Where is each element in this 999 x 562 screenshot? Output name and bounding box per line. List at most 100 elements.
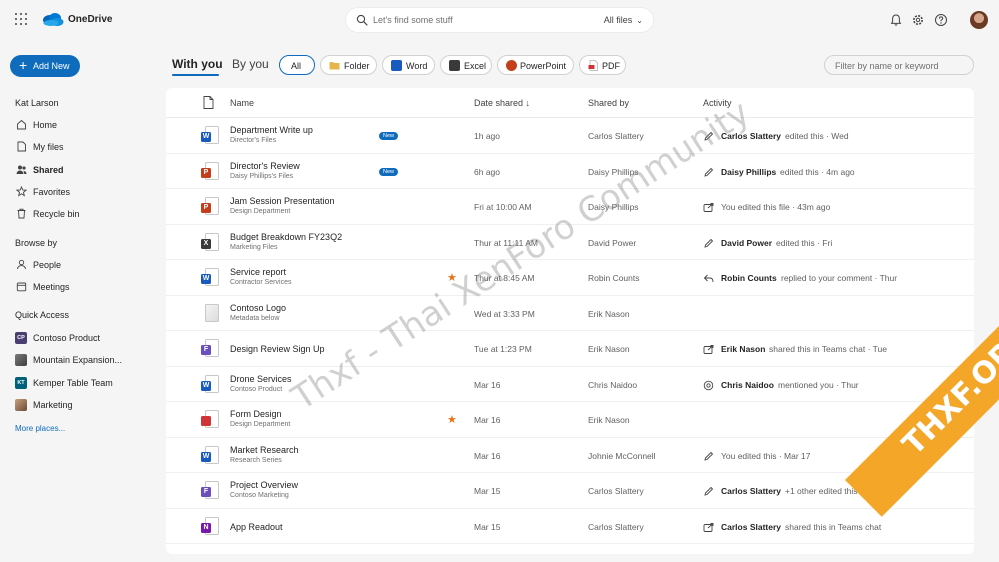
pencil-icon <box>704 238 714 248</box>
file-name[interactable]: Design Review Sign Up <box>230 344 325 354</box>
new-badge: New <box>379 132 399 140</box>
file-name[interactable]: Budget Breakdown FY23Q2 <box>230 232 342 242</box>
file-name[interactable]: Drone Services <box>230 374 292 384</box>
date-shared: Mar 16 <box>474 415 501 425</box>
activity-person[interactable]: Daisy Phillips <box>721 167 776 177</box>
activity-person[interactable]: David Power <box>721 238 772 248</box>
date-shared: 1h ago <box>474 131 500 141</box>
word-icon <box>391 60 402 71</box>
filter-folder[interactable]: Folder <box>320 55 377 75</box>
activity-text: edited this · Wed <box>785 131 849 141</box>
nav-item-label: Shared <box>33 165 64 175</box>
filter-placeholder[interactable]: Filter by name or keyword <box>835 61 939 71</box>
filter-pdf[interactable]: PDF <box>579 55 626 75</box>
file-location: Marketing Files <box>230 243 278 251</box>
file-name[interactable]: Contoso Logo <box>230 303 286 313</box>
table-row[interactable]: W Service report Contractor Services ★ Thur … <box>166 260 974 296</box>
app-launcher-icon[interactable] <box>15 13 27 25</box>
filter-label: Word <box>406 61 428 71</box>
nav-item-my-files[interactable]: My files <box>15 138 155 156</box>
quick-item-kemper-table-team[interactable]: KT Kemper Table Team <box>15 374 155 392</box>
settings-icon[interactable] <box>911 13 925 27</box>
filter-excel[interactable]: Excel <box>440 55 492 75</box>
nav-item-favorites[interactable]: Favorites <box>15 183 155 201</box>
date-shared: Mar 15 <box>474 521 501 532</box>
reply-icon <box>703 274 714 283</box>
chevron-down-icon: ⌄ <box>636 16 643 25</box>
shared-by: Robin Counts <box>588 273 640 283</box>
filter-powerpoint[interactable]: PowerPoint <box>497 55 574 75</box>
filter-label: Excel <box>464 61 487 71</box>
table-row[interactable]: F Design Review Sign Up Tue at 1:23 PM Erik… <box>166 331 974 367</box>
search-scope-dropdown[interactable]: All files ⌄ <box>604 15 643 25</box>
activity-person[interactable]: Chris Naidoo <box>721 380 774 390</box>
share-icon <box>703 345 714 354</box>
forms-icon: F <box>201 339 219 359</box>
home-icon <box>17 119 26 130</box>
shared-by: Erik Nason <box>588 344 630 354</box>
table-row[interactable]: W Market Research Research Series Mar 16 Joh… <box>166 438 974 473</box>
quick-item-mountain-expansion[interactable]: Mountain Expansion... <box>15 351 155 369</box>
shared-by: Johnie McConnell <box>588 450 656 461</box>
file-name[interactable]: Director's Review <box>230 161 300 171</box>
filter-input[interactable]: Filter by name or keyword <box>824 55 974 75</box>
tab-by-you[interactable]: By you <box>232 57 269 71</box>
column-header-shared-by[interactable]: Shared by <box>588 98 629 108</box>
shared-by: Carlos Slattery <box>588 131 644 141</box>
file-name[interactable]: App Readout <box>230 522 283 532</box>
activity-person[interactable]: Erik Nason <box>721 344 765 354</box>
favorite-star-icon[interactable]: ★ <box>447 413 457 426</box>
filter-word[interactable]: Word <box>382 55 435 75</box>
tab-with-you[interactable]: With you <box>172 57 223 71</box>
nav-item-recycle-bin[interactable]: Recycle bin <box>15 205 155 223</box>
file-name[interactable]: Project Overview <box>230 480 298 490</box>
file-name[interactable]: Market Research <box>230 445 299 455</box>
nav-item-home[interactable]: Home <box>15 116 155 134</box>
browse-by-heading: Browse by <box>15 238 58 248</box>
quick-item-marketing[interactable]: Marketing <box>15 396 155 414</box>
shared-by: Erik Nason <box>588 308 630 319</box>
nav-item-label: My files <box>33 142 64 152</box>
table-row[interactable]: W Department Write up Director's Files New 1… <box>166 118 974 154</box>
nav-item-label: Recycle bin <box>33 209 80 219</box>
column-header-name[interactable]: Name <box>230 98 254 108</box>
activity-person[interactable]: Robin Counts <box>721 273 777 283</box>
activity-person[interactable]: Carlos Slattery <box>721 522 781 532</box>
activity-text: edited this · Fri <box>776 237 833 248</box>
column-header-date-shared[interactable]: Date shared ↓ <box>474 98 530 108</box>
add-new-button[interactable]: + Add New <box>10 55 80 77</box>
new-badge: New <box>379 167 399 176</box>
file-name[interactable]: Service report <box>230 267 286 277</box>
star-icon <box>16 186 27 197</box>
nav-item-meetings[interactable]: Meetings <box>15 278 155 296</box>
table-row[interactable]: Contoso Logo Metadata below Wed at 3:33 PM… <box>166 296 974 331</box>
pdf-icon <box>201 410 219 430</box>
filter-all[interactable]: All <box>279 55 315 75</box>
file-name[interactable]: Form Design <box>230 409 282 419</box>
site-badge: CP <box>15 332 27 344</box>
shared-by: Chris Naidoo <box>588 379 638 390</box>
bell-icon[interactable] <box>889 13 903 27</box>
file-location: Daisy Phillips's Files <box>230 172 294 180</box>
search-box[interactable]: Let's find some stuff All files ⌄ <box>346 8 653 32</box>
search-placeholder[interactable]: Let's find some stuff <box>373 15 453 25</box>
quick-item-contoso-product[interactable]: CP Contoso Product <box>15 329 155 347</box>
table-row[interactable]: P Director's Review Daisy Phillips's Files… <box>166 154 974 189</box>
table-row[interactable]: Form Design Design Department ★ Mar 16 Erik … <box>166 402 974 438</box>
activity-person[interactable]: Carlos Slattery <box>721 486 781 496</box>
table-row[interactable]: N App Readout Mar 15 Carlos Slattery Carlos … <box>166 509 974 544</box>
activity-text: shared this in Teams chat · Tue <box>769 344 887 354</box>
nav-item-shared[interactable]: Shared <box>15 161 155 179</box>
date-shared: Mar 16 <box>474 450 501 461</box>
share-icon <box>703 522 714 532</box>
powerpoint-icon <box>506 60 517 71</box>
people-icon <box>16 165 27 174</box>
nav-item-label: People <box>33 260 62 270</box>
file-name[interactable]: Department Write up <box>230 125 313 135</box>
nav-item-people[interactable]: People <box>15 256 155 274</box>
file-name[interactable]: Jam Session Presentation <box>230 196 335 206</box>
avatar[interactable] <box>970 11 988 29</box>
more-places-link[interactable]: More places... <box>15 424 65 433</box>
help-icon[interactable] <box>934 13 948 27</box>
app-name[interactable]: OneDrive <box>68 14 112 25</box>
